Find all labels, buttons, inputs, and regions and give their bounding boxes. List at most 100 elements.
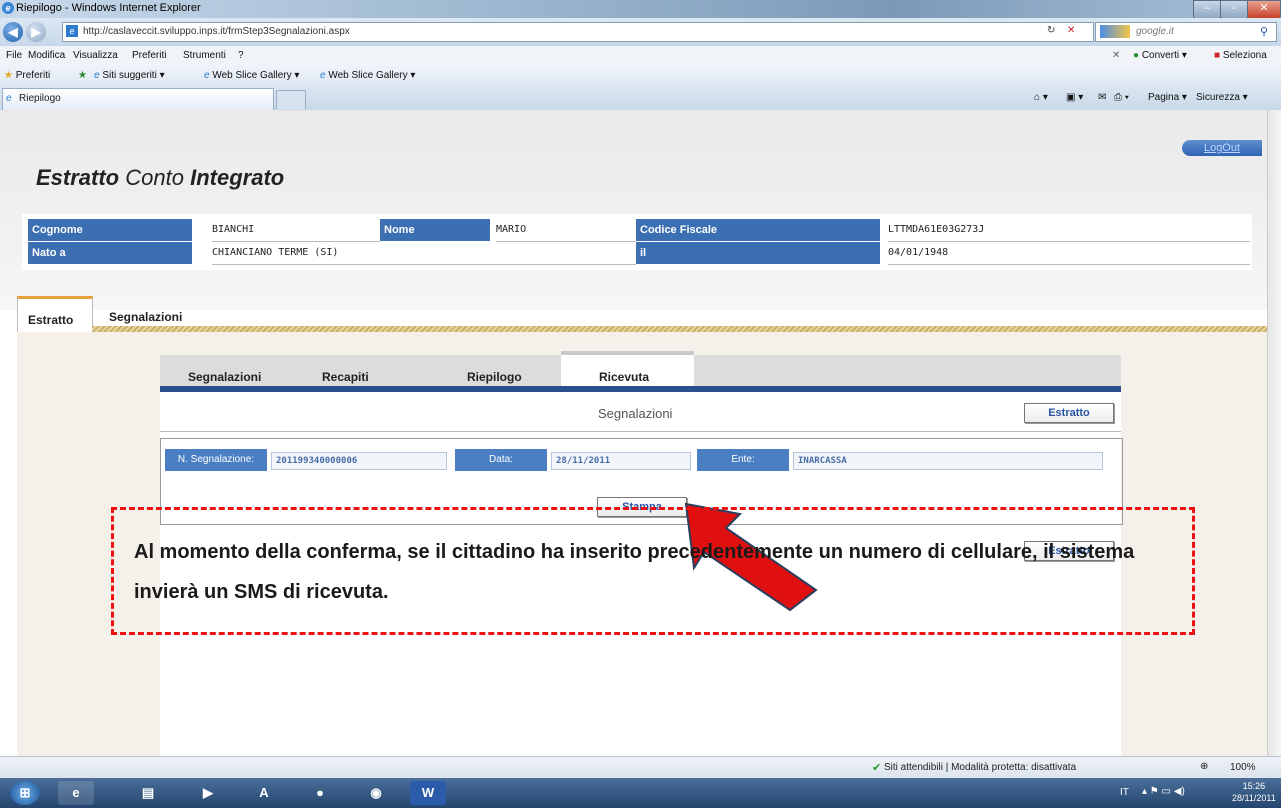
nome-value: MARIO: [496, 219, 636, 242]
data-nascita-label: il: [636, 242, 880, 264]
n-segnalazione-label: N. Segnalazione:: [165, 449, 267, 471]
fav-item-web-slice-2[interactable]: e Web Slice Gallery ▾: [320, 70, 415, 81]
menu-help[interactable]: ?: [238, 50, 244, 61]
codice-fiscale-label: Codice Fiscale: [636, 219, 880, 241]
add-favorite-icon[interactable]: ★: [78, 70, 87, 81]
tab-riepilogo[interactable]: Riepilogo: [467, 370, 522, 384]
zoom-level[interactable]: 100%: [1230, 762, 1256, 773]
tab-label: Riepilogo: [19, 93, 61, 104]
converti-icon: ●: [1133, 50, 1140, 61]
address-url: http://caslaveccit.sviluppo.inps.it/frmS…: [83, 26, 350, 37]
ente-value: INARCASSA: [793, 452, 1103, 470]
zoom-icon[interactable]: ⊕: [1200, 761, 1208, 772]
new-tab-button[interactable]: [276, 90, 306, 109]
ie-taskbar-icon[interactable]: e: [58, 781, 94, 805]
converti-button[interactable]: ● Converti ▾: [1133, 50, 1187, 61]
fav-item-label: Web Slice Gallery ▾: [212, 70, 300, 81]
status-bar: ✔ Siti attendibili | Modalità protetta: …: [0, 756, 1281, 779]
tab-bar: e Riepilogo ⌂ ▾ ▣ ▾ ✉ ⎙ ▾ Pagina ▾ Sicur…: [0, 86, 1281, 111]
tabs-underline: [160, 386, 1121, 392]
main-tabs: Estratto Segnalazioni: [17, 296, 1267, 336]
page-icon: e: [204, 70, 210, 81]
app-taskbar-icon[interactable]: ●: [302, 781, 338, 805]
language-indicator[interactable]: IT: [1120, 787, 1129, 798]
sicurezza-menu[interactable]: Sicurezza ▾: [1196, 92, 1248, 103]
codice-fiscale-value: LTTMDA61E03G273J: [888, 219, 1250, 242]
status-text: Siti attendibili | Modalità protetta: di…: [884, 762, 1077, 773]
explorer-taskbar-icon[interactable]: ▤: [130, 781, 166, 805]
search-icon[interactable]: ⚲: [1260, 25, 1268, 38]
tab-sub-segnalazioni[interactable]: Segnalazioni: [188, 370, 261, 384]
menu-preferiti[interactable]: Preferiti: [132, 50, 166, 61]
fav-item-label: Web Slice Gallery ▾: [328, 70, 416, 81]
mail-icon[interactable]: ✉: [1098, 92, 1106, 103]
person-info-table: Cognome BIANCHI Nome MARIO Codice Fiscal…: [22, 214, 1252, 270]
app-title: Estratto Conto Integrato: [36, 165, 284, 191]
cognome-label: Cognome: [28, 219, 192, 241]
seleziona-button[interactable]: ■ Seleziona: [1214, 50, 1267, 61]
header-banner: [0, 110, 1267, 310]
converti-label: Converti: [1141, 50, 1180, 61]
menu-strumenti[interactable]: Strumenti: [183, 50, 226, 61]
word-taskbar-icon[interactable]: W: [410, 781, 446, 805]
feeds-icon[interactable]: ▣ ▾: [1066, 92, 1083, 103]
forward-icon[interactable]: ▶: [26, 22, 46, 42]
cognome-value: BIANCHI: [212, 219, 380, 242]
favorites-bar: ★ Preferiti ★ e Siti suggeriti ▾ e Web S…: [0, 66, 1281, 86]
address-row: ◀ ▶ e http://caslaveccit.sviluppo.inps.i…: [0, 18, 1281, 46]
acrobat-taskbar-icon[interactable]: A: [246, 781, 282, 805]
back-icon[interactable]: ◀: [3, 22, 23, 42]
tab-riepilogo[interactable]: e Riepilogo: [2, 88, 274, 110]
data-value: 28/11/2011: [551, 452, 691, 470]
favorites-button[interactable]: ★ Preferiti: [4, 70, 50, 81]
page-content: LogOut Estratto Conto Integrato Cognome …: [0, 110, 1267, 756]
tab-recapiti[interactable]: Recapiti: [322, 370, 369, 384]
start-button[interactable]: ⊞: [10, 781, 40, 805]
media-taskbar-icon[interactable]: ▶: [190, 781, 226, 805]
tab-segnalazioni[interactable]: Segnalazioni: [17, 296, 217, 326]
close-button[interactable]: ✕: [1247, 0, 1281, 19]
stop-icon[interactable]: ✕: [1067, 25, 1075, 36]
page-icon: e: [6, 93, 12, 104]
logout-link[interactable]: LogOut: [1182, 140, 1262, 156]
maximize-button[interactable]: ▫: [1220, 0, 1248, 19]
search-box[interactable]: google.it ⚲: [1095, 22, 1277, 42]
vertical-scrollbar[interactable]: [1267, 110, 1281, 756]
data-nascita-value: 04/01/1948: [888, 242, 1250, 265]
print-icon[interactable]: ⎙ ▾: [1114, 92, 1129, 103]
fav-item-label: Siti suggeriti ▾: [102, 70, 165, 81]
star-icon: ★: [4, 70, 13, 81]
window-titlebar: e Riepilogo - Windows Internet Explorer …: [0, 0, 1281, 19]
google-logo-icon: [1100, 25, 1130, 38]
menu-visualizza[interactable]: Visualizza: [73, 50, 118, 61]
nome-label: Nome: [380, 219, 490, 241]
menu-bar: File Modifica Visualizza Preferiti Strum…: [0, 46, 1281, 67]
address-bar[interactable]: e http://caslaveccit.sviluppo.inps.it/fr…: [62, 22, 1094, 42]
pagina-menu[interactable]: Pagina ▾: [1148, 92, 1187, 103]
page-icon: e: [320, 70, 326, 81]
clock-time: 15:26: [1242, 781, 1266, 791]
close-toolbar-icon[interactable]: ✕: [1112, 50, 1120, 61]
app-title-part2: Conto: [125, 165, 184, 190]
home-icon[interactable]: ⌂ ▾: [1034, 92, 1048, 103]
tray-icons[interactable]: ▴ ⚑ ▭ ◀): [1142, 786, 1185, 797]
ie-icon: e: [2, 2, 14, 14]
seleziona-label: Seleziona: [1222, 50, 1267, 61]
divider: [160, 431, 1121, 432]
page-icon: e: [94, 70, 100, 81]
taskbar: ⊞ e ▤ ▶ A ● ◉ W IT ▴ ⚑ ▭ ◀) 15:26 28/11/…: [0, 778, 1281, 808]
minimize-button[interactable]: –: [1193, 0, 1221, 19]
fav-item-siti-suggeriti[interactable]: e Siti suggeriti ▾: [94, 70, 165, 81]
estratto-button-top[interactable]: Estratto: [1024, 403, 1114, 423]
menu-modifica[interactable]: Modifica: [28, 50, 65, 61]
app2-taskbar-icon[interactable]: ◉: [358, 781, 394, 805]
tab-ricevuta-label: Ricevuta: [599, 370, 650, 384]
annotation-text: Al momento della conferma, se il cittadi…: [134, 541, 1135, 603]
nato-a-value: CHIANCIANO TERME (SI): [212, 242, 636, 265]
fav-item-web-slice-1[interactable]: e Web Slice Gallery ▾: [204, 70, 299, 81]
refresh-icon[interactable]: ↻: [1047, 25, 1055, 36]
section-title: Segnalazioni: [598, 406, 673, 421]
app-title-part3: Integrato: [190, 165, 285, 190]
menu-file[interactable]: File: [6, 50, 22, 61]
clock[interactable]: 15:26 28/11/2011: [1232, 780, 1276, 804]
